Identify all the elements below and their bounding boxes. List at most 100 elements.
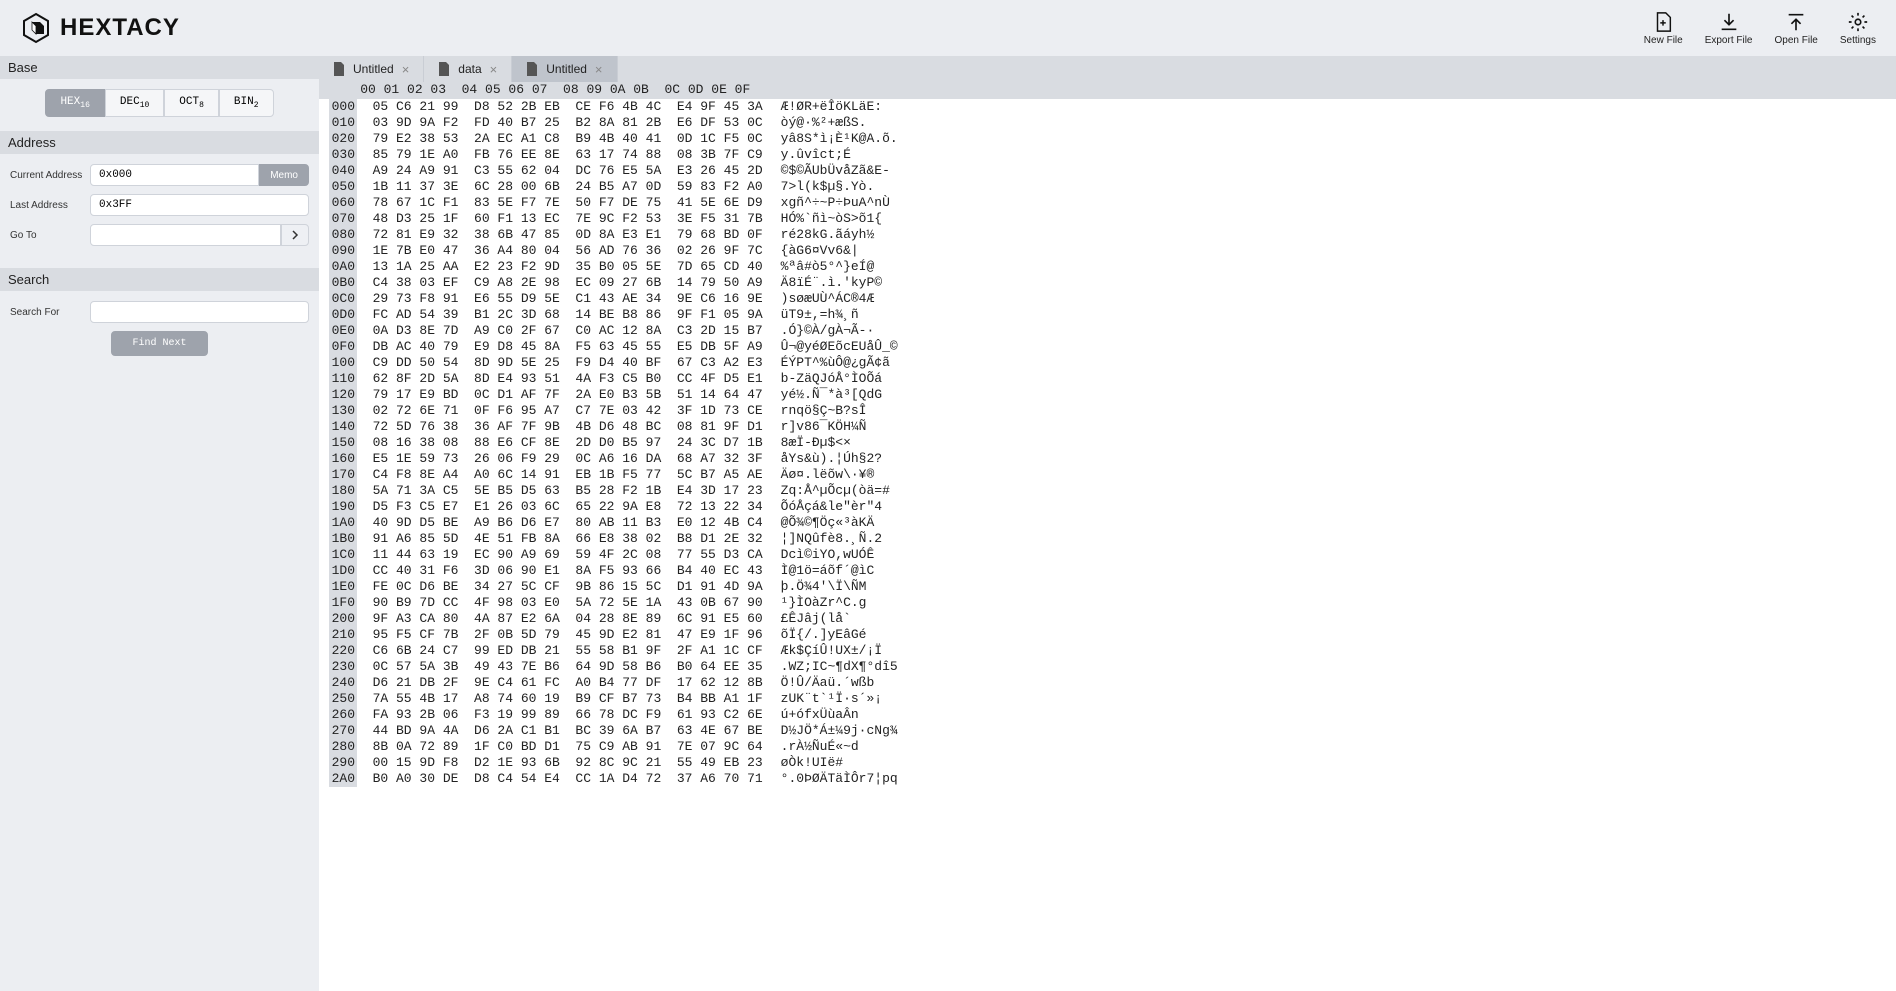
offset: 260 <box>329 707 357 723</box>
hex-row[interactable]: 280 8B 0A 72 89 1F C0 BD D1 75 C9 AB 91 … <box>319 739 1896 755</box>
hex-row[interactable]: 270 44 BD 9A 4A D6 2A C1 B1 BC 39 6A B7 … <box>319 723 1896 739</box>
offset: 1F0 <box>329 595 357 611</box>
hex-row[interactable]: 2A0 B0 A0 30 DE D8 C4 54 E4 CC 1A D4 72 … <box>319 771 1896 787</box>
offset: 0F0 <box>329 339 357 355</box>
offset: 120 <box>329 387 357 403</box>
hex-row[interactable]: 1A0 40 9D D5 BE A9 B6 D6 E7 80 AB 11 B3 … <box>319 515 1896 531</box>
base-option-hex[interactable]: HEX16 <box>45 89 104 117</box>
offset: 020 <box>329 131 357 147</box>
hex-row[interactable]: 220 C6 6B 24 C7 99 ED DB 21 55 58 B1 9F … <box>319 643 1896 659</box>
search-panel-title: Search <box>0 268 319 291</box>
hex-row[interactable]: 200 9F A3 CA 80 4A 87 E2 6A 04 28 8E 89 … <box>319 611 1896 627</box>
offset: 060 <box>329 195 357 211</box>
ascii: .Ó}©À/gÀ¬Ã-· <box>781 323 875 339</box>
file-icon <box>526 62 538 77</box>
hex-row[interactable]: 210 95 F5 CF 7B 2F 0B 5D 79 45 9D E2 81 … <box>319 627 1896 643</box>
hex-row[interactable]: 120 79 17 E9 BD 0C D1 AF 7F 2A E0 B3 5B … <box>319 387 1896 403</box>
offset: 050 <box>329 179 357 195</box>
hex-row[interactable]: 0F0 DB AC 40 79 E9 D8 45 8A F5 63 45 55 … <box>319 339 1896 355</box>
hex-row[interactable]: 060 78 67 1C F1 83 5E F7 7E 50 F7 DE 75 … <box>319 195 1896 211</box>
hex-row[interactable]: 090 1E 7B E0 47 36 A4 80 04 56 AD 76 36 … <box>319 243 1896 259</box>
goto-input[interactable] <box>90 224 281 246</box>
hex-row[interactable]: 010 03 9D 9A F2 FD 40 B7 25 B2 8A 81 2B … <box>319 115 1896 131</box>
offset: 1E0 <box>329 579 357 595</box>
hex-row[interactable]: 230 0C 57 5A 3B 49 43 7E B6 64 9D 58 B6 … <box>319 659 1896 675</box>
offset: 000 <box>329 99 357 115</box>
hex-row[interactable]: 0D0 FC AD 54 39 B1 2C 3D 68 14 BE B8 86 … <box>319 307 1896 323</box>
app-logo: HEXTACY <box>20 12 180 44</box>
hex-row[interactable]: 1B0 91 A6 85 5D 4E 51 FB 8A 66 E8 38 02 … <box>319 531 1896 547</box>
base-panel-title: Base <box>0 56 319 79</box>
ascii: òý@·%²+æßS. <box>781 115 867 131</box>
hex-row[interactable]: 190 D5 F3 C5 E7 E1 26 03 6C 65 22 9A E8 … <box>319 499 1896 515</box>
hex-row[interactable]: 1D0 CC 40 31 F6 3D 06 90 E1 8A F5 93 66 … <box>319 563 1896 579</box>
offset: 0A0 <box>329 259 357 275</box>
offset: 0E0 <box>329 323 357 339</box>
hex-row[interactable]: 160 E5 1E 59 73 26 06 F9 29 0C A6 16 DA … <box>319 451 1896 467</box>
close-icon[interactable]: × <box>490 62 498 77</box>
hex-row[interactable]: 150 08 16 38 08 88 E6 CF 8E 2D D0 B5 97 … <box>319 435 1896 451</box>
ascii: åYs&ù).¦Úh§2? <box>781 451 882 467</box>
ascii: ré28kG.ãáyh½ <box>781 227 875 243</box>
tab-0[interactable]: Untitled× <box>319 56 424 82</box>
hex-row[interactable]: 130 02 72 6E 71 0F F6 95 A7 C7 7E 03 42 … <box>319 403 1896 419</box>
hex-row[interactable]: 240 D6 21 DB 2F 9E C4 61 FC A0 B4 77 DF … <box>319 675 1896 691</box>
offset: 200 <box>329 611 357 627</box>
ascii: .WZ;IC~¶dX¶°dî5 <box>781 659 898 675</box>
hex-row[interactable]: 0C0 29 73 F8 91 E6 55 D9 5E C1 43 AE 34 … <box>319 291 1896 307</box>
ascii: øÒk!UIë# <box>781 755 843 771</box>
hex-row[interactable]: 080 72 81 E9 32 38 6B 47 85 0D 8A E3 E1 … <box>319 227 1896 243</box>
hex-row[interactable]: 1E0 FE 0C D6 BE 34 27 5C CF 9B 86 15 5C … <box>319 579 1896 595</box>
hex-row[interactable]: 030 85 79 1E A0 FB 76 EE 8E 63 17 74 88 … <box>319 147 1896 163</box>
base-option-bin[interactable]: BIN2 <box>219 89 274 117</box>
hex-row[interactable]: 290 00 15 9D F8 D2 1E 93 6B 92 8C 9C 21 … <box>319 755 1896 771</box>
offset: 230 <box>329 659 357 675</box>
offset: 190 <box>329 499 357 515</box>
goto-label: Go To <box>10 230 90 241</box>
tab-1[interactable]: data× <box>424 56 512 82</box>
ascii: ú+ófxÜùaÂn <box>781 707 859 723</box>
open-file-button[interactable]: Open File <box>1775 11 1818 46</box>
ascii: Æ!ØR+ëÎöKLäE: <box>781 99 882 115</box>
hex-row[interactable]: 250 7A 55 4B 17 A8 74 60 19 B9 CF B7 73 … <box>319 691 1896 707</box>
hex-row[interactable]: 070 48 D3 25 1F 60 F1 13 EC 7E 9C F2 53 … <box>319 211 1896 227</box>
close-icon[interactable]: × <box>595 62 603 77</box>
memo-button[interactable]: Memo <box>259 164 309 186</box>
settings-button[interactable]: Settings <box>1840 11 1876 46</box>
base-option-dec[interactable]: DEC10 <box>105 89 164 117</box>
search-input[interactable] <box>90 301 309 323</box>
offset: 070 <box>329 211 357 227</box>
ascii: .rÀ½ÑuÉ«~d <box>781 739 859 755</box>
ascii: rnqö§Ç~B?sÎ <box>781 403 867 419</box>
hex-row[interactable]: 1C0 11 44 63 19 EC 90 A9 69 59 4F 2C 08 … <box>319 547 1896 563</box>
hex-row[interactable]: 0B0 C4 38 03 EF C9 A8 2E 98 EC 09 27 6B … <box>319 275 1896 291</box>
hex-row[interactable]: 1F0 90 B9 7D CC 4F 98 03 E0 5A 72 5E 1A … <box>319 595 1896 611</box>
upload-icon <box>1785 11 1807 33</box>
hex-row[interactable]: 140 72 5D 76 38 36 AF 7F 9B 4B D6 48 BC … <box>319 419 1896 435</box>
ascii: £ÊJâj(lå` <box>781 611 851 627</box>
search-for-label: Search For <box>10 307 90 318</box>
current-address-input[interactable] <box>90 164 259 186</box>
tab-2[interactable]: Untitled× <box>512 56 617 82</box>
export-file-button[interactable]: Export File <box>1705 11 1753 46</box>
close-icon[interactable]: × <box>402 62 410 77</box>
hex-row[interactable]: 110 62 8F 2D 5A 8D E4 93 51 4A F3 C5 B0 … <box>319 371 1896 387</box>
goto-button[interactable] <box>281 224 309 246</box>
hex-row[interactable]: 000 05 C6 21 99 D8 52 2B EB CE F6 4B 4C … <box>319 99 1896 115</box>
hex-row[interactable]: 260 FA 93 2B 06 F3 19 99 89 66 78 DC F9 … <box>319 707 1896 723</box>
hex-row[interactable]: 0E0 0A D3 8E 7D A9 C0 2F 67 C0 AC 12 8A … <box>319 323 1896 339</box>
hex-row[interactable]: 180 5A 71 3A C5 5E B5 D5 63 B5 28 F2 1B … <box>319 483 1896 499</box>
hex-row[interactable]: 040 A9 24 A9 91 C3 55 62 04 DC 76 E5 5A … <box>319 163 1896 179</box>
base-option-oct[interactable]: OCT8 <box>164 89 219 117</box>
find-next-button[interactable]: Find Next <box>111 331 207 356</box>
ascii: ©$©ÃUbÜvåZã&E- <box>781 163 890 179</box>
new-file-button[interactable]: New File <box>1644 11 1683 46</box>
hex-row[interactable]: 100 C9 DD 50 54 8D 9D 5E 25 F9 D4 40 BF … <box>319 355 1896 371</box>
ascii: Ì@1ö=áõf´@ìC <box>781 563 875 579</box>
hex-row[interactable]: 050 1B 11 37 3E 6C 28 00 6B 24 B5 A7 0D … <box>319 179 1896 195</box>
hex-row[interactable]: 0A0 13 1A 25 AA E2 23 F2 9D 35 B0 05 5E … <box>319 259 1896 275</box>
hex-row[interactable]: 020 79 E2 38 53 2A EC A1 C8 B9 4B 40 41 … <box>319 131 1896 147</box>
hex-row[interactable]: 170 C4 F8 8E A4 A0 6C 14 91 EB 1B F5 77 … <box>319 467 1896 483</box>
hex-view[interactable]: 00 01 02 03 04 05 06 07 08 09 0A 0B 0C 0… <box>319 82 1896 991</box>
chevron-right-icon <box>290 230 300 240</box>
